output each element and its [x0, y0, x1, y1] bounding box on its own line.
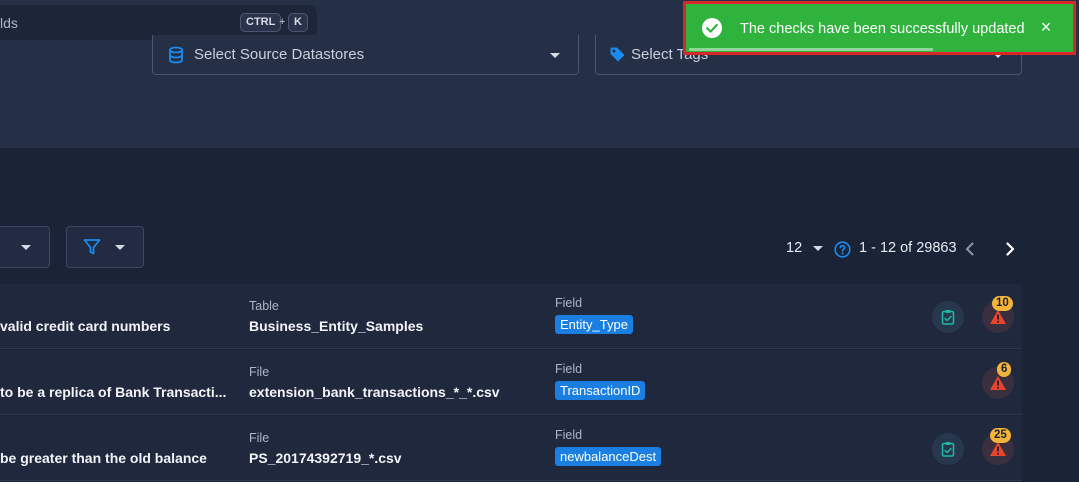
warning-icon [990, 376, 1006, 390]
anomaly-count-badge: 25 [990, 428, 1011, 443]
toast-progress-bar [689, 48, 933, 51]
shortcut-key-k: K [288, 13, 308, 32]
validated-check-button[interactable] [932, 433, 964, 465]
clipboard-check-icon [941, 442, 955, 457]
chevron-left-icon[interactable] [963, 241, 977, 262]
target-type-label: File [249, 431, 270, 445]
target-name[interactable]: PS_20174392719_*.csv [249, 450, 402, 466]
chevron-down-icon [550, 53, 560, 58]
page-size-select[interactable]: 12 [786, 240, 802, 256]
close-icon[interactable]: × [1036, 16, 1056, 38]
check-name: valid credit card numbers [0, 318, 171, 334]
chevron-down-icon [115, 245, 125, 250]
source-datastores-select[interactable]: Select Source Datastores [152, 35, 579, 75]
filter-icon [83, 238, 101, 261]
toast-message: The checks have been successfully update… [740, 21, 1025, 37]
target-type-label: Table [249, 299, 279, 313]
check-row[interactable]: valid credit card numbers Table Business… [0, 284, 1022, 349]
field-label: Field [555, 362, 583, 376]
field-badge[interactable]: TransactionID [555, 381, 646, 400]
check-row[interactable]: to be a replica of Bank Transacti... Fil… [0, 350, 1022, 415]
target-name[interactable]: extension_bank_transactions_*_*.csv [249, 384, 500, 400]
check-name: to be a replica of Bank Transacti... [0, 384, 227, 400]
warning-icon [990, 310, 1006, 324]
validated-check-button[interactable] [932, 301, 964, 333]
check-row[interactable]: be greater than the old balance File PS_… [0, 416, 1022, 481]
shortcut-key-ctrl: CTRL [240, 13, 282, 32]
check-circle-icon [701, 17, 723, 44]
chevron-down-icon [21, 245, 31, 250]
anomaly-count-badge: 10 [992, 296, 1013, 311]
field-badge[interactable]: Entity_Type [555, 315, 633, 334]
shortcut-plus: + [279, 16, 286, 28]
database-icon [168, 46, 184, 69]
source-datastores-placeholder: Select Source Datastores [194, 46, 365, 63]
chevron-down-icon[interactable] [813, 246, 823, 251]
question-circle-icon[interactable] [834, 241, 851, 263]
field-label: Field [555, 428, 583, 442]
clipboard-check-icon [941, 310, 955, 325]
sort-dropdown-button[interactable] [0, 226, 50, 268]
warning-icon [990, 442, 1006, 456]
search-input-text: lds [0, 15, 18, 31]
chevron-right-icon[interactable] [1003, 241, 1017, 262]
target-name[interactable]: Business_Entity_Samples [249, 318, 423, 334]
pagination-range: 1 - 12 of 29863 [859, 240, 957, 256]
filter-button[interactable] [66, 226, 144, 268]
field-badge[interactable]: newbalanceDest [555, 447, 662, 466]
field-label: Field [555, 296, 583, 310]
target-type-label: File [249, 365, 270, 379]
tag-icon [609, 46, 626, 68]
success-toast: The checks have been successfully update… [683, 1, 1076, 55]
check-name: be greater than the old balance [0, 450, 207, 466]
